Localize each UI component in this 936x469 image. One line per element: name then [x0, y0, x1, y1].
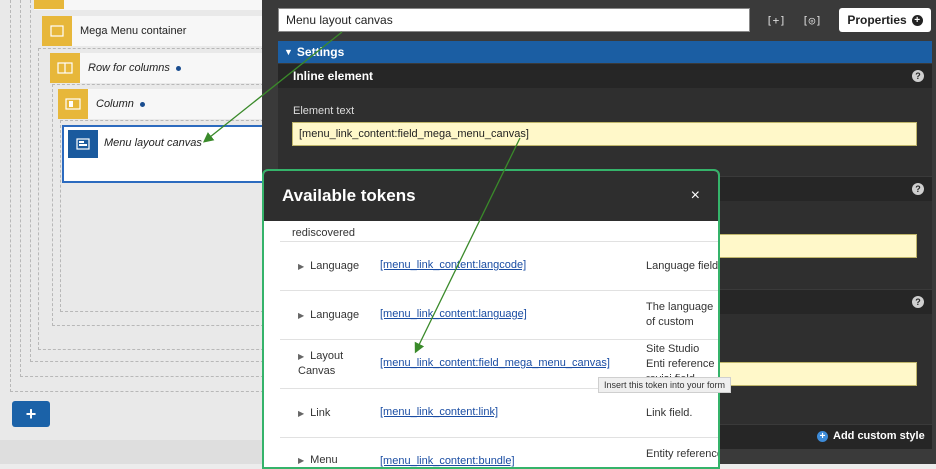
node-mega-menu-container[interactable]: Mega Menu container [42, 16, 262, 46]
token-link[interactable]: [menu_link_content:field_mega_menu_canva… [380, 357, 610, 369]
add-custom-style-button[interactable]: + Add custom style [817, 430, 925, 442]
close-icon[interactable]: × [691, 187, 700, 205]
node-row-for-columns[interactable]: Row for columns [50, 53, 262, 83]
component-icon [34, 0, 64, 9]
settings-section-toggle[interactable]: ▼ Settings [278, 41, 932, 63]
plus-circle-icon: + [817, 430, 828, 442]
modal-header: Available tokens × [264, 171, 718, 221]
token-name: ▶ Language [298, 260, 360, 272]
token-description: Link field. [646, 407, 693, 419]
expand-arrow-icon: ▶ [298, 262, 305, 271]
caret-down-icon: ▼ [284, 47, 293, 57]
token-name: ▶ Link [298, 407, 331, 419]
token-name: ▶ Menu [298, 454, 338, 466]
section-title: Inline element [293, 69, 374, 83]
node-label: Menu layout canvas [104, 137, 202, 149]
help-icon[interactable]: ? [912, 70, 924, 82]
inline-element-header[interactable]: Inline element ? [278, 64, 932, 88]
settings-label: Settings [296, 45, 345, 59]
token-description: Language field. [646, 260, 718, 272]
layout-canvas-panel: Mega Menu container Row for columns Colu… [0, 0, 262, 464]
node-menu-layout-canvas-selected[interactable]: Menu layout canvas [62, 125, 262, 183]
expand-icon[interactable]: [+] [763, 9, 789, 31]
token-link[interactable]: [menu_link_content:language] [380, 308, 527, 320]
node-label: Column [96, 98, 145, 110]
token-row[interactable]: ▶ Language [menu_link_content:langcode] L… [280, 242, 718, 291]
expand-arrow-icon: ▶ [298, 352, 305, 361]
column-icon [58, 89, 88, 119]
help-icon[interactable]: ? [912, 183, 924, 195]
add-custom-style-label: Add custom style [833, 430, 925, 442]
layout-canvas-icon [68, 130, 98, 158]
columns-icon [50, 53, 80, 83]
properties-button[interactable]: Properties + [839, 8, 931, 32]
tokens-list: should be rediscovered ▶Language [menu_l… [264, 221, 718, 467]
token-description: The language of custom menu li [646, 301, 714, 328]
node-column[interactable]: Column [58, 89, 262, 119]
modal-title: Available tokens [282, 186, 416, 205]
expand-arrow-icon: ▶ [298, 311, 305, 320]
node-label: Mega Menu container [80, 25, 187, 37]
help-icon[interactable]: ? [912, 296, 924, 308]
container-icon [42, 16, 72, 46]
plus-circle-icon: + [911, 14, 923, 26]
token-name: ▶ Language [298, 309, 360, 321]
token-row[interactable]: ▶ Menu [menu_link_content:bundle] Entity … [280, 438, 718, 467]
status-dot [139, 101, 145, 107]
status-dot [175, 65, 181, 71]
insert-token-tooltip: Insert this token into your form [598, 377, 732, 393]
expand-arrow-icon: ▶ [298, 409, 305, 418]
token-link[interactable]: [menu_link_content:link] [380, 406, 498, 418]
available-tokens-modal: Available tokens × should be rediscovere… [262, 169, 720, 469]
token-name: should be rediscovered [292, 221, 355, 239]
add-component-button[interactable]: + [12, 401, 50, 427]
component-title-input[interactable] [278, 8, 750, 32]
token-description: Entity reference [646, 448, 718, 460]
properties-label: Properties [847, 13, 907, 27]
token-row-partial: should be rediscovered [280, 221, 718, 242]
token-row[interactable]: ▶ Link [menu_link_content:link] Link fiel… [280, 389, 718, 438]
element-text-label: Element text [293, 105, 355, 117]
token-row[interactable]: ▶ Language [menu_link_content:language] T… [280, 291, 718, 340]
top-partial-node[interactable] [34, 0, 262, 10]
token-name: ▶ Layout Canvas [298, 350, 344, 377]
target-icon[interactable]: [◎] [799, 9, 825, 31]
element-text-field[interactable]: [menu_link_content:field_mega_menu_canva… [292, 122, 917, 146]
token-link[interactable]: [menu_link_content:langcode] [380, 259, 526, 271]
node-label: Row for columns [88, 62, 181, 74]
token-link[interactable]: [menu_link_content:bundle] [380, 455, 515, 467]
canvas-footer [0, 440, 262, 464]
